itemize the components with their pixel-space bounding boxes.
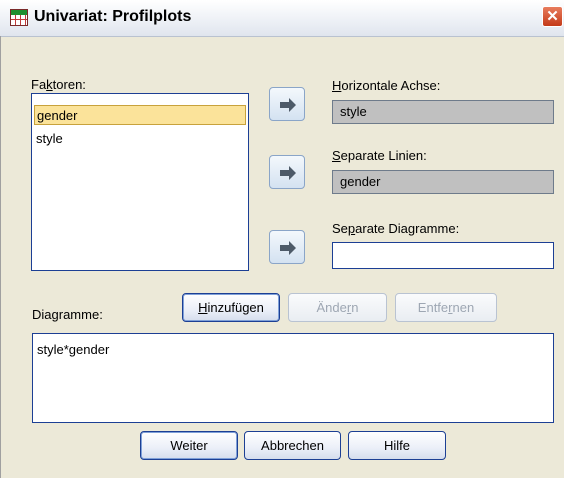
add-button[interactable]: Hinzufügen: [182, 293, 280, 322]
close-button[interactable]: ✕: [542, 6, 563, 27]
separate-lines-field[interactable]: gender: [332, 170, 554, 194]
separate-lines-label: Separate Linien:: [332, 148, 427, 163]
arrow-right-icon: [280, 241, 296, 255]
dialog-title-bar: Univariat: Profilplots ✕: [0, 0, 564, 37]
change-button[interactable]: Ändern: [288, 293, 387, 322]
dialog-title: Univariat: Profilplots: [34, 8, 192, 25]
factors-label: Faktoren:: [31, 77, 86, 92]
arrow-right-icon: [280, 166, 296, 180]
factor-item-gender[interactable]: gender: [34, 105, 246, 125]
factors-listbox[interactable]: gender style: [31, 93, 249, 271]
cancel-button[interactable]: Abbrechen: [244, 431, 341, 460]
close-icon: ✕: [546, 8, 559, 25]
horizontal-axis-label: Horizontale Achse:: [332, 78, 441, 93]
horizontal-axis-field[interactable]: style: [332, 100, 554, 124]
plots-list[interactable]: style*gender: [32, 333, 554, 423]
factor-item-style[interactable]: style: [34, 129, 63, 149]
app-icon: [10, 9, 28, 26]
separate-charts-label: Separate Diagramme:: [332, 221, 460, 236]
plot-item[interactable]: style*gender: [37, 342, 553, 357]
plots-label: Diagramme:: [32, 307, 103, 322]
move-to-separate-charts-button[interactable]: [269, 230, 305, 264]
arrow-right-icon: [280, 98, 296, 112]
move-to-separate-lines-button[interactable]: [269, 155, 305, 189]
help-button[interactable]: Hilfe: [348, 431, 446, 460]
separate-charts-field[interactable]: [332, 242, 554, 269]
move-to-horizontal-axis-button[interactable]: [269, 87, 305, 121]
continue-button[interactable]: Weiter: [140, 431, 238, 460]
remove-button[interactable]: Entfernen: [395, 293, 497, 322]
dialog-edge: [0, 36, 1, 478]
